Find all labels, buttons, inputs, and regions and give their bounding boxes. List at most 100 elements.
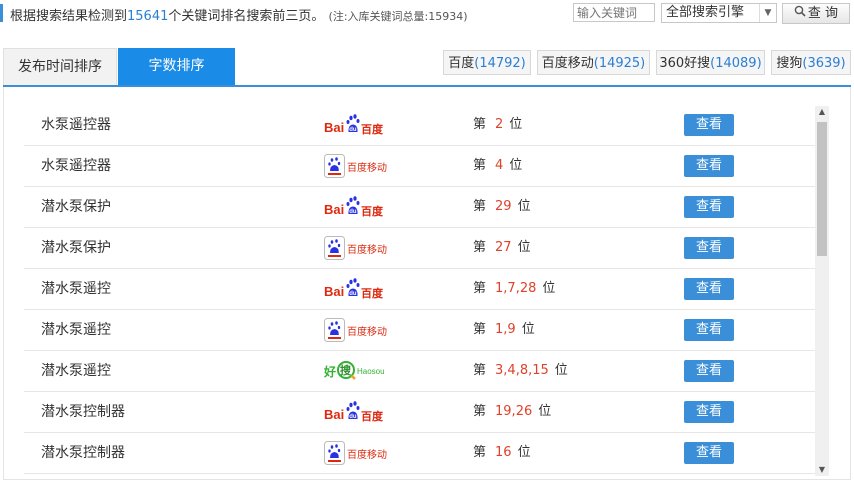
- baidu-mobile-logo-icon: 百度移动: [324, 154, 394, 178]
- list-item: 潜水泵遥控 百度移动 第 1,9 位 查看: [24, 310, 816, 351]
- svg-text:百度移动: 百度移动: [347, 448, 387, 461]
- engine-select-value: 全部搜索引擎: [666, 5, 745, 20]
- baidu-logo-icon: Bai du 百度: [324, 400, 388, 424]
- list-item: 潜水泵遥控 Bai du 百度 第 1,7,28 位 查看: [24, 269, 816, 310]
- list-item: 潜水泵保护 百度移动 第 27 位 查看: [24, 228, 816, 269]
- keyword-text: 潜水泵保护: [41, 240, 111, 256]
- view-button[interactable]: 查看: [684, 442, 734, 464]
- baidu-mobile-logo: 百度移动: [324, 236, 387, 260]
- svg-text:百度移动: 百度移动: [347, 243, 387, 256]
- svg-text:du: du: [349, 414, 357, 420]
- keyword-count: 15641: [127, 9, 169, 24]
- svg-text:百度: 百度: [361, 204, 384, 218]
- keyword-text: 水泵遥控器: [41, 158, 111, 174]
- keyword-search-input[interactable]: [573, 3, 655, 22]
- keyword-text: 水泵遥控器: [41, 117, 111, 133]
- engine-filter-sogou[interactable]: 搜狗(3639): [771, 50, 851, 75]
- rank-text: 第 27 位: [473, 240, 531, 255]
- rank-position: 19,26: [495, 404, 533, 419]
- svg-text:du: du: [349, 209, 357, 215]
- baidu-logo-icon: Bai du 百度: [324, 113, 388, 137]
- keyword-text: 潜水泵遥控: [41, 322, 111, 338]
- keyword-text: 潜水泵遥控: [41, 363, 111, 379]
- accent-bar: [0, 4, 3, 22]
- query-button[interactable]: 查 询: [782, 3, 850, 24]
- engine-filter-baidu[interactable]: 百度(14792): [443, 50, 531, 75]
- rank-text: 第2位: [473, 117, 523, 132]
- rank-position: 16: [495, 445, 512, 460]
- scrollbar[interactable]: ▲ ▼: [815, 106, 829, 476]
- results-panel: 水泵遥控器 Bai du 百度 第 2 位查看 水泵遥控器 百度移动 第 4 位查看 潜水泵…: [3, 87, 851, 480]
- baidu-logo: Bai du 百度: [324, 114, 384, 136]
- rank-position: 29: [495, 199, 512, 214]
- keyword-text: 潜水泵控制器: [41, 445, 125, 461]
- tab-time-sort[interactable]: 发布时间排序: [3, 48, 117, 85]
- summary-text: 根据搜索结果检测到15641个关键词排名搜索前三页。 (注:入库关键词总量:15…: [10, 9, 468, 24]
- svg-text:du: du: [349, 127, 357, 133]
- scroll-up-icon[interactable]: ▲: [815, 106, 829, 118]
- view-button[interactable]: 查看: [684, 196, 734, 218]
- svg-text:百度: 百度: [361, 286, 384, 300]
- top-bar: 根据搜索结果检测到15641个关键词排名搜索前三页。 (注:入库关键词总量:15…: [0, 0, 854, 28]
- view-button[interactable]: 查看: [684, 237, 734, 259]
- svg-text:Bai: Bai: [324, 202, 344, 217]
- list-item: 潜水泵遥控 好 搜 Haosou 第 3,4,8,15 位 查看: [24, 351, 816, 392]
- rank-text: 第 1,7,28 位: [473, 281, 556, 296]
- rank-text: 第 1,9 位: [473, 322, 535, 337]
- keyword-text: 潜水泵控制器: [41, 404, 125, 420]
- baidu-logo: Bai du 百度: [324, 401, 384, 423]
- rank-text: 第4位: [473, 158, 523, 173]
- tab-count-sort[interactable]: 字数排序: [118, 48, 235, 85]
- sort-tabs: 发布时间排序 字数排序 百度(14792) 百度移动(14925) 360好搜(…: [3, 48, 851, 87]
- rank-position: 27: [495, 240, 512, 255]
- svg-text:du: du: [349, 291, 357, 297]
- view-button[interactable]: 查看: [684, 360, 734, 382]
- rank-text: 第 29 位: [473, 199, 531, 214]
- ranking-list: 水泵遥控器 Bai du 百度 第 2 位查看 水泵遥控器 百度移动 第 4 位查看 潜水泵…: [24, 105, 816, 474]
- baidu-mobile-logo-icon: 百度移动: [324, 318, 394, 342]
- view-button[interactable]: 查看: [684, 278, 734, 300]
- keyword-text: 潜水泵遥控: [41, 281, 111, 297]
- svg-text:好: 好: [324, 364, 336, 379]
- svg-text:Bai: Bai: [324, 284, 344, 299]
- scroll-down-icon[interactable]: ▼: [815, 464, 829, 476]
- svg-text:搜: 搜: [340, 363, 352, 377]
- list-item: 潜水泵控制器 Bai du 百度 第 19,26 位 查看: [24, 392, 816, 433]
- view-button[interactable]: 查看: [684, 114, 734, 136]
- rank-text: 第 16 位: [473, 445, 531, 460]
- baidu-mobile-logo: 百度移动: [324, 441, 387, 465]
- rank-position: 1,7,28: [495, 281, 537, 296]
- rank-text: 第 19,26 位: [473, 404, 552, 419]
- view-button[interactable]: 查看: [684, 401, 734, 423]
- rank-position: 1,9: [495, 322, 516, 337]
- note-text: (注:入库关键词总量:15934): [328, 10, 468, 23]
- engine-filter-haosou[interactable]: 360好搜(14089): [656, 50, 765, 75]
- search-icon: [794, 4, 806, 23]
- svg-text:百度移动: 百度移动: [347, 161, 387, 174]
- view-button[interactable]: 查看: [684, 155, 734, 177]
- haosou-logo: 好 搜 Haosou: [323, 361, 385, 380]
- baidu-logo: Bai du 百度: [324, 278, 384, 300]
- rank-position: 3,4,8,15: [495, 363, 549, 378]
- svg-text:Haosou: Haosou: [357, 367, 385, 376]
- engine-filter-baidu-mobile[interactable]: 百度移动(14925): [537, 50, 650, 75]
- svg-text:百度移动: 百度移动: [347, 325, 387, 338]
- svg-text:Bai: Bai: [324, 407, 344, 422]
- scrollbar-thumb[interactable]: [817, 122, 827, 256]
- baidu-mobile-logo: 百度移动: [324, 154, 387, 178]
- svg-text:Bai: Bai: [324, 120, 344, 135]
- rank-text: 第 3,4,8,15 位: [473, 363, 568, 378]
- list-item: 水泵遥控器 百度移动 第 4 位 查看: [24, 146, 816, 187]
- query-button-label: 查 询: [807, 6, 839, 21]
- chevron-down-icon[interactable]: ▼: [759, 4, 776, 22]
- rank-position: 4: [495, 158, 504, 173]
- baidu-mobile-logo-icon: 百度移动: [324, 236, 394, 260]
- svg-text:百度: 百度: [361, 122, 384, 136]
- engine-select[interactable]: 全部搜索引擎 ▼: [661, 3, 777, 23]
- baidu-logo-icon: Bai du 百度: [324, 277, 388, 301]
- baidu-logo-icon: Bai du 百度: [324, 195, 388, 219]
- baidu-mobile-logo-icon: 百度移动: [324, 441, 394, 465]
- view-button[interactable]: 查看: [684, 319, 734, 341]
- list-item: 潜水泵保护 Bai du 百度 第 29 位 查看: [24, 187, 816, 228]
- keyword-text: 潜水泵保护: [41, 199, 111, 215]
